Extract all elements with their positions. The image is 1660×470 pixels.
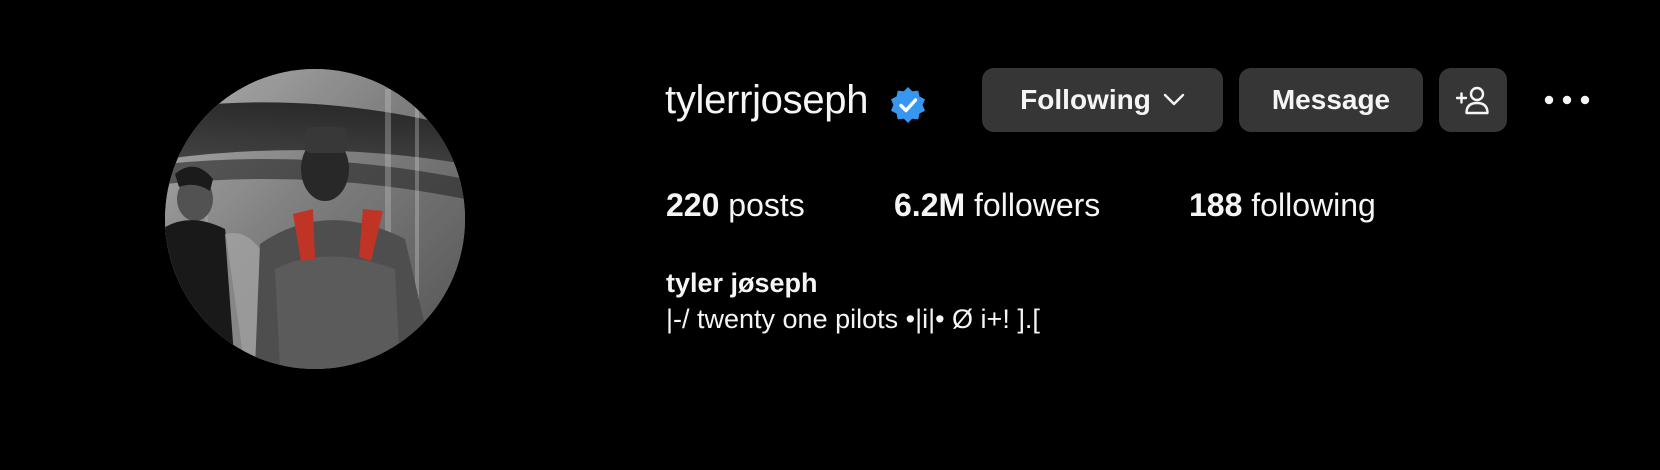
- more-options-icon: [1544, 95, 1590, 105]
- full-name: tyler jøseph: [666, 268, 818, 298]
- followers-count: 6.2M: [894, 187, 966, 223]
- following-label: following: [1251, 187, 1376, 223]
- add-person-icon: [1456, 86, 1489, 115]
- followers-stat[interactable]: 6.2M followers: [894, 185, 1100, 225]
- following-stat[interactable]: 188 following: [1189, 185, 1376, 225]
- verified-badge-icon: [891, 87, 925, 123]
- posts-label: posts: [728, 187, 805, 223]
- followers-label: followers: [974, 187, 1101, 223]
- avatar-photo: [165, 69, 465, 369]
- message-button-label: Message: [1271, 84, 1391, 115]
- more-options-button[interactable]: [1540, 80, 1594, 120]
- following-count: 188: [1189, 187, 1243, 223]
- bio-text: |-/ twenty one pilots •|i|• Ø i+! ].[: [666, 304, 1040, 334]
- posts-stat: 220 posts: [666, 185, 805, 225]
- add-user-button[interactable]: [1439, 68, 1507, 132]
- chevron-down-icon: [1163, 93, 1185, 106]
- following-button-label: Following: [1020, 84, 1151, 115]
- username: tylerrjoseph: [665, 78, 869, 122]
- message-button[interactable]: Message: [1239, 68, 1423, 132]
- posts-count: 220: [666, 187, 720, 223]
- profile-avatar[interactable]: [165, 69, 465, 369]
- following-button[interactable]: Following: [982, 68, 1223, 132]
